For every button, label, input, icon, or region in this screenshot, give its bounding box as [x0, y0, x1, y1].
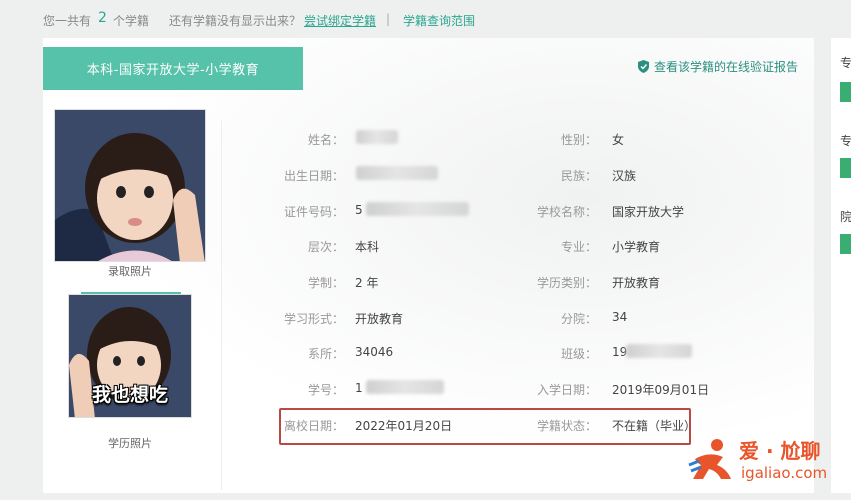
count-prefix: 您一共有	[43, 14, 92, 28]
student-no-redacted	[366, 380, 444, 394]
side-panel-button-2[interactable]	[840, 158, 851, 178]
enroll-date-label: 入学日期：	[536, 383, 597, 397]
side-panel-item-2: 专	[840, 134, 851, 148]
id-redacted	[366, 202, 469, 216]
student-record-card: 本科-国家开放大学-小学教育 查看该学籍的在线验证报告 录取照片 我也想吃 学历…	[43, 38, 814, 493]
branch-label: 分院：	[560, 312, 597, 326]
query-scope-link[interactable]: 学籍查询范围	[403, 12, 475, 29]
highlight-box	[279, 408, 691, 445]
duration-label: 学制：	[307, 276, 344, 290]
degree-photo: 我也想吃	[68, 294, 192, 418]
dept-label: 系所：	[307, 347, 344, 361]
student-no-value: 1	[355, 381, 363, 395]
record-count: 2	[98, 10, 107, 26]
student-no-label: 学号：	[307, 383, 344, 397]
name-label: 姓名：	[307, 133, 344, 147]
separator: |	[386, 12, 391, 26]
brand-watermark: 爱 · 尬聊 igaliao.com	[687, 431, 851, 491]
duration-value: 2 年	[355, 276, 379, 290]
admission-photo-image	[55, 110, 205, 261]
record-tab[interactable]: 本科-国家开放大学-小学教育	[43, 47, 303, 90]
enroll-date-value: 2019年09月01日	[612, 383, 710, 397]
study-form-label: 学习形式：	[283, 312, 344, 326]
dept-value: 34046	[355, 345, 394, 359]
bind-record-link[interactable]: 尝试绑定学籍	[304, 12, 376, 29]
photo-overlay-caption: 我也想吃	[91, 384, 168, 406]
school-value: 国家开放大学	[612, 205, 685, 219]
level-label: 层次：	[307, 240, 344, 254]
edu-type-label: 学历类别：	[536, 276, 597, 290]
major-label: 专业：	[560, 240, 597, 254]
admission-photo-caption: 录取照片	[108, 265, 152, 278]
side-panel-button-3[interactable]	[840, 234, 851, 254]
side-panel-item-3: 院	[840, 210, 851, 224]
class-value: 19	[612, 345, 628, 359]
side-panel-item-1: 专	[840, 56, 851, 70]
ethnicity-value: 汉族	[612, 169, 637, 183]
name-redacted	[356, 130, 398, 144]
school-label: 学校名称：	[536, 205, 597, 219]
brand-logo-icon	[688, 439, 731, 479]
birth-redacted	[356, 166, 438, 180]
id-value: 5	[355, 203, 363, 217]
birth-label: 出生日期：	[283, 169, 344, 183]
major-value: 小学教育	[612, 240, 661, 254]
edu-type-value: 开放教育	[612, 276, 661, 290]
top-bar: 您一共有 2 个学籍 还有学籍没有显示出来？ 尝试绑定学籍 | 学籍查询范围	[0, 0, 851, 40]
gender-value: 女	[612, 133, 625, 147]
verify-report-link[interactable]: 查看该学籍的在线验证报告	[637, 58, 798, 75]
class-redacted	[626, 344, 692, 358]
verify-report-label: 查看该学籍的在线验证报告	[653, 60, 798, 74]
count-suffix: 个学籍	[113, 14, 150, 28]
side-panel-button-1[interactable]	[840, 82, 851, 102]
level-value: 本科	[355, 240, 380, 254]
class-label: 班级：	[560, 347, 597, 361]
degree-photo-caption: 学历照片	[108, 437, 152, 450]
column-divider	[221, 120, 222, 490]
missing-record-question: 还有学籍没有显示出来？	[169, 14, 302, 28]
study-form-value: 开放教育	[355, 312, 404, 326]
branch-value: 34	[612, 310, 628, 324]
brand-name: 爱 · 尬聊	[739, 439, 821, 463]
brand-domain: igaliao.com	[741, 464, 828, 482]
ethnicity-label: 民族：	[560, 169, 597, 183]
gender-label: 性别：	[560, 133, 597, 147]
shield-check-icon	[637, 60, 649, 73]
admission-photo	[54, 109, 206, 262]
id-label: 证件号码：	[283, 205, 344, 219]
side-panel: 专 专 院	[831, 38, 851, 493]
